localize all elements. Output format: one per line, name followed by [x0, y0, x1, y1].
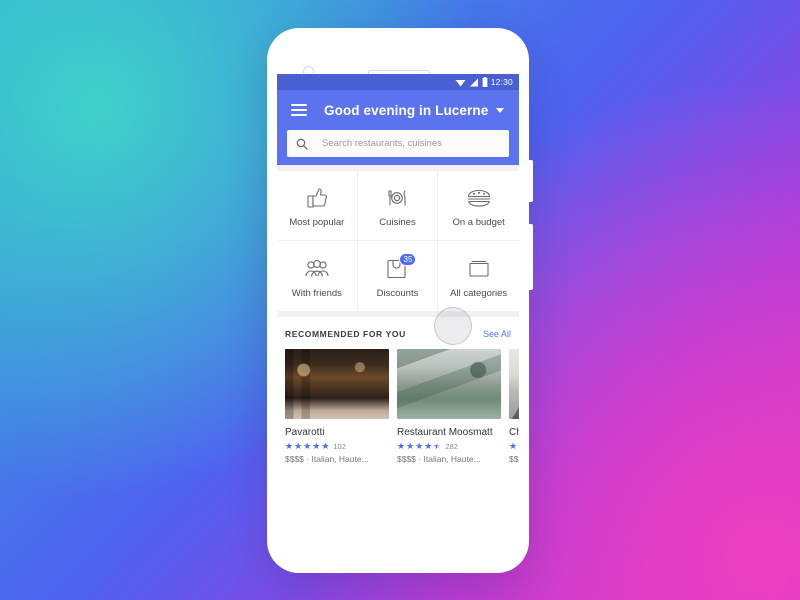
star-icon: ★: [406, 441, 415, 451]
cutlery-plate-icon: [385, 183, 409, 213]
restaurant-meta: $$$$ · Italian, Haute...: [285, 454, 389, 464]
rating-stars: ★ ★ ★ ★: [509, 442, 519, 451]
rating-stars: ★ ★ ★ ★ ★ 102: [285, 441, 389, 452]
burger-icon: [466, 183, 492, 213]
star-icon: ★: [415, 441, 424, 451]
category-grid: Most popular Cuisines On a budget With f…: [277, 171, 519, 311]
restaurant-name: Restaurant Moosmatt: [397, 427, 493, 438]
restaurant-meta: $$$$ · Italian, Haute...: [397, 454, 501, 464]
battery-icon: [482, 77, 488, 87]
category-cuisines[interactable]: Cuisines: [357, 171, 439, 241]
restaurant-card[interactable]: Restaurant Moosmatt ★ ★ ★ ★ ★ 282 $$$$ ·…: [397, 349, 501, 464]
meta-separator: ·: [418, 454, 422, 464]
rating-stars: ★ ★ ★ ★ ★ 282: [397, 441, 501, 452]
restaurant-meta: $$$: [509, 454, 519, 464]
restaurant-photo: [509, 349, 519, 419]
recommended-section: RECOMMENDED FOR YOU See All Pavarotti ★ …: [277, 317, 519, 512]
review-count: 102: [333, 442, 346, 451]
star-icon: ★: [397, 441, 406, 451]
cuisine-type: Italian, Haute...: [423, 454, 481, 464]
restaurant-name: Pavarotti: [285, 427, 325, 438]
see-all-link[interactable]: See All: [483, 329, 511, 339]
page-title: Good evening in Lucerne: [324, 102, 489, 118]
section-title: RECOMMENDED FOR YOU: [285, 329, 406, 339]
status-bar-time: 12:30: [490, 77, 513, 87]
wifi-icon: [455, 79, 466, 86]
signal-icon: [469, 78, 478, 86]
folder-icon: [467, 254, 491, 284]
price-level: $$$$: [285, 454, 304, 464]
category-on-a-budget[interactable]: On a budget: [438, 171, 519, 241]
chevron-down-icon[interactable]: [496, 107, 505, 113]
price-level: $$$: [509, 454, 519, 464]
status-bar: 12:30: [277, 74, 519, 90]
category-most-popular[interactable]: Most popular: [277, 171, 358, 241]
category-label: With friends: [291, 287, 342, 299]
restaurant-name: Chi Nat: [509, 427, 519, 438]
restaurant-card[interactable]: Chi Nat ★ ★ ★ ★ $$$: [509, 349, 519, 464]
power-button[interactable]: [528, 224, 533, 290]
star-icon: ★: [312, 441, 321, 451]
phone-device-frame: 12:30 Good evening in Lucerne Search res…: [267, 28, 533, 573]
category-label: Cuisines: [379, 217, 416, 228]
hamburger-menu-icon[interactable]: [291, 104, 307, 116]
review-count: 282: [445, 442, 458, 451]
touch-cursor-indicator: [434, 307, 472, 345]
category-label: Most popular: [289, 217, 345, 228]
people-group-icon: [304, 254, 330, 284]
category-label: Discounts: [376, 287, 419, 299]
star-icon: ★: [424, 441, 433, 451]
star-icon: ★: [321, 441, 330, 451]
star-icon: ★: [285, 441, 294, 451]
app-bar: Good evening in Lucerne Search restauran…: [277, 90, 519, 165]
volume-button[interactable]: [528, 160, 533, 202]
search-icon: [296, 138, 308, 150]
search-placeholder-text: Search restaurants, cuisines: [322, 138, 442, 149]
star-icon: ★: [303, 441, 312, 451]
star-icon: ★: [294, 441, 303, 451]
star-half-icon: ★: [433, 442, 441, 452]
star-icon: ★: [509, 441, 518, 451]
star-icon: ★: [518, 442, 519, 451]
category-with-friends[interactable]: With friends: [277, 241, 358, 311]
category-discounts[interactable]: 35 Discounts: [358, 241, 439, 311]
meta-separator: ·: [306, 454, 310, 464]
search-input[interactable]: Search restaurants, cuisines: [287, 130, 509, 157]
category-all-categories[interactable]: All categories: [438, 241, 519, 311]
phone-screen: 12:30 Good evening in Lucerne Search res…: [277, 74, 519, 512]
restaurant-photo: [285, 349, 389, 419]
discounts-badge: 35: [399, 253, 417, 266]
restaurant-card-list[interactable]: Pavarotti ★ ★ ★ ★ ★ 102 $$$$ · Italian, …: [277, 349, 519, 464]
price-level: $$$$: [397, 454, 416, 464]
cuisine-type: Italian, Haute...: [311, 454, 369, 464]
restaurant-card[interactable]: Pavarotti ★ ★ ★ ★ ★ 102 $$$$ · Italian, …: [285, 349, 389, 464]
thumbs-up-icon: [305, 183, 329, 213]
category-label: All categories: [450, 287, 508, 299]
category-label: On a budget: [452, 217, 505, 228]
restaurant-photo: [397, 349, 501, 419]
